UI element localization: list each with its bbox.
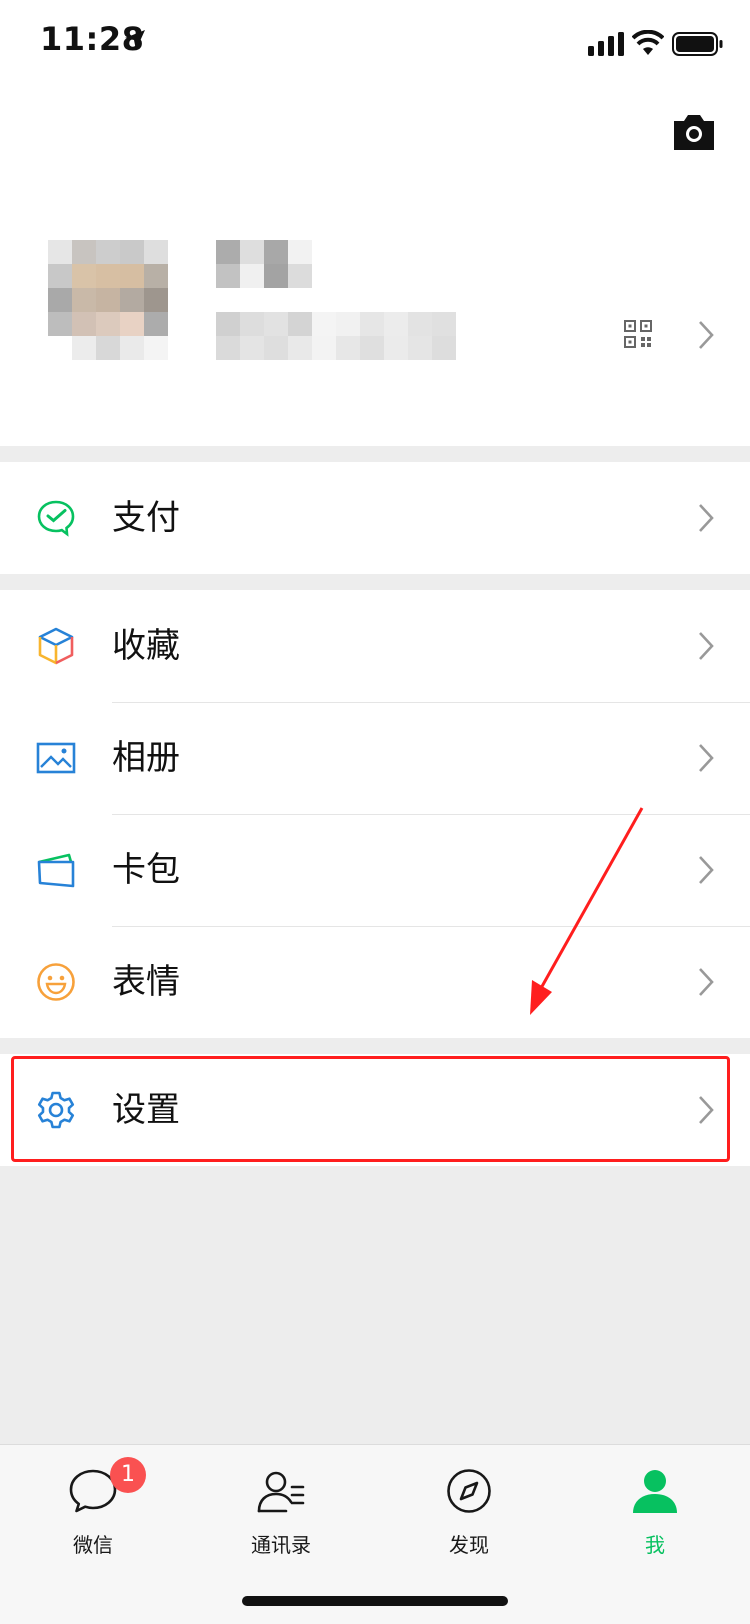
contacts-icon	[257, 1471, 305, 1513]
menu-group-settings: 设置	[0, 1054, 750, 1166]
menu-item-album[interactable]: 相册	[0, 702, 750, 814]
location-arrow-icon	[125, 30, 145, 50]
chevron-right-icon	[699, 504, 714, 532]
tab-label: 发现	[449, 1533, 489, 1557]
menu-group-pay: 支付	[0, 462, 750, 574]
wechat-id-redacted	[216, 312, 456, 360]
chevron-right-icon	[699, 856, 714, 884]
favorites-cube-icon	[38, 627, 74, 665]
menu-item-settings[interactable]: 设置	[0, 1054, 750, 1166]
tab-label: 通讯录	[251, 1533, 311, 1557]
chevron-right-icon	[699, 632, 714, 660]
person-icon	[633, 1470, 677, 1513]
tab-label: 微信	[73, 1533, 113, 1557]
menu-item-pay[interactable]: 支付	[0, 462, 750, 574]
gear-icon	[37, 1091, 75, 1129]
battery-icon	[672, 32, 723, 56]
home-indicator	[242, 1596, 508, 1606]
tab-weixin[interactable]: 1 微信	[18, 1457, 168, 1567]
tab-discover[interactable]: 发现	[394, 1457, 544, 1567]
menu-item-label: 设置	[112, 1090, 180, 1130]
unread-badge: 1	[110, 1457, 146, 1493]
chevron-right-icon	[699, 1096, 714, 1124]
chevron-right-icon	[699, 744, 714, 772]
signal-icon	[588, 32, 624, 56]
tab-me[interactable]: 我	[580, 1457, 730, 1567]
nickname-redacted	[216, 240, 312, 288]
camera-icon[interactable]	[672, 112, 716, 152]
qr-code-icon[interactable]	[624, 320, 652, 348]
compass-icon	[447, 1469, 491, 1513]
menu-item-cards[interactable]: 卡包	[0, 814, 750, 926]
avatar[interactable]	[48, 240, 168, 360]
smiley-icon	[37, 963, 75, 1001]
menu-item-favorites[interactable]: 收藏	[0, 590, 750, 702]
status-bar: 11:28	[0, 0, 750, 92]
chevron-right-icon	[699, 968, 714, 996]
menu-item-label: 表情	[112, 962, 180, 1002]
card-wallet-icon	[37, 853, 75, 888]
menu-item-label: 卡包	[112, 850, 180, 890]
menu-item-label: 支付	[112, 498, 180, 538]
menu-item-label: 相册	[112, 738, 180, 778]
chevron-right-icon	[699, 321, 714, 349]
wechat-pay-icon	[37, 500, 75, 537]
menu-item-stickers[interactable]: 表情	[0, 926, 750, 1038]
menu-group-main: 收藏 相册 卡包 表情	[0, 590, 750, 1038]
album-icon	[36, 742, 76, 774]
menu-item-label: 收藏	[112, 626, 180, 666]
tab-label: 我	[645, 1533, 665, 1557]
tab-contacts[interactable]: 通讯录	[206, 1457, 356, 1567]
wifi-icon	[632, 30, 664, 55]
